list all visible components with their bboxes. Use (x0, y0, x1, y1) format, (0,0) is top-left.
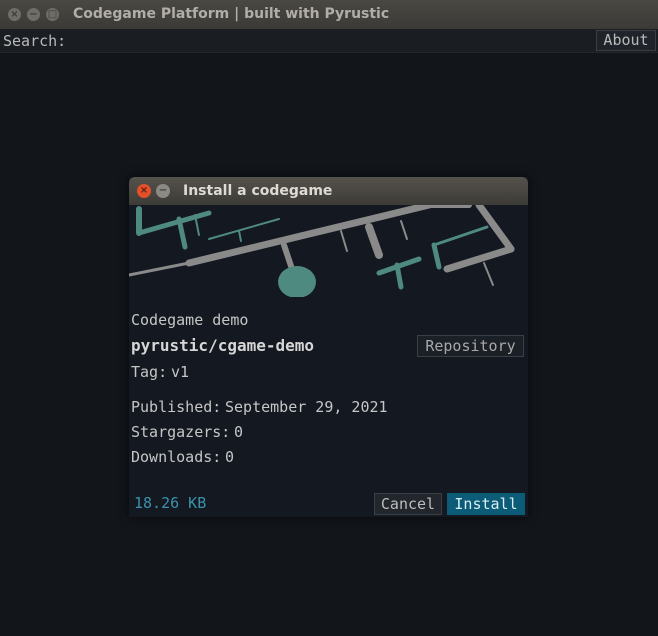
stargazers-label: Stargazers: (131, 423, 231, 441)
dialog-minimize-button[interactable]: − (156, 184, 170, 198)
search-input[interactable] (70, 30, 598, 52)
window-close-button[interactable]: × (8, 8, 21, 21)
published-label: Published: (131, 398, 222, 416)
dialog-title: Install a codegame (183, 183, 333, 199)
repository-button[interactable]: Repository (417, 335, 524, 357)
dialog-close-button[interactable]: × (137, 184, 151, 198)
search-bar: Search: About (0, 29, 658, 53)
codegame-subtitle: Codegame demo (131, 311, 249, 329)
cancel-button[interactable]: Cancel (374, 493, 442, 515)
window-maximize-button[interactable]: □ (46, 8, 59, 21)
dialog-titlebar: × − Install a codegame (129, 177, 528, 205)
downloads-label: Downloads: (131, 448, 222, 466)
stargazers-value: 0 (234, 423, 244, 441)
search-label: Search: (3, 32, 67, 50)
window-titlebar: × − □ Codegame Platform | built with Pyr… (0, 0, 658, 29)
window-title: Codegame Platform | built with Pyrustic (73, 6, 390, 22)
downloads-value: 0 (225, 448, 235, 466)
install-button[interactable]: Install (447, 493, 525, 515)
published-value: September 29, 2021 (225, 398, 388, 416)
tag-value: v1 (171, 363, 190, 381)
install-dialog: × − Install a codegame Codegame demo pyr… (129, 177, 528, 517)
maze-cover-image (129, 205, 528, 297)
about-button[interactable]: About (596, 30, 656, 51)
tag-label: Tag: (131, 363, 168, 381)
download-size: 18.26 KB (134, 494, 207, 512)
window-minimize-button[interactable]: − (27, 8, 40, 21)
repository-name: pyrustic/cgame-demo (131, 336, 315, 355)
